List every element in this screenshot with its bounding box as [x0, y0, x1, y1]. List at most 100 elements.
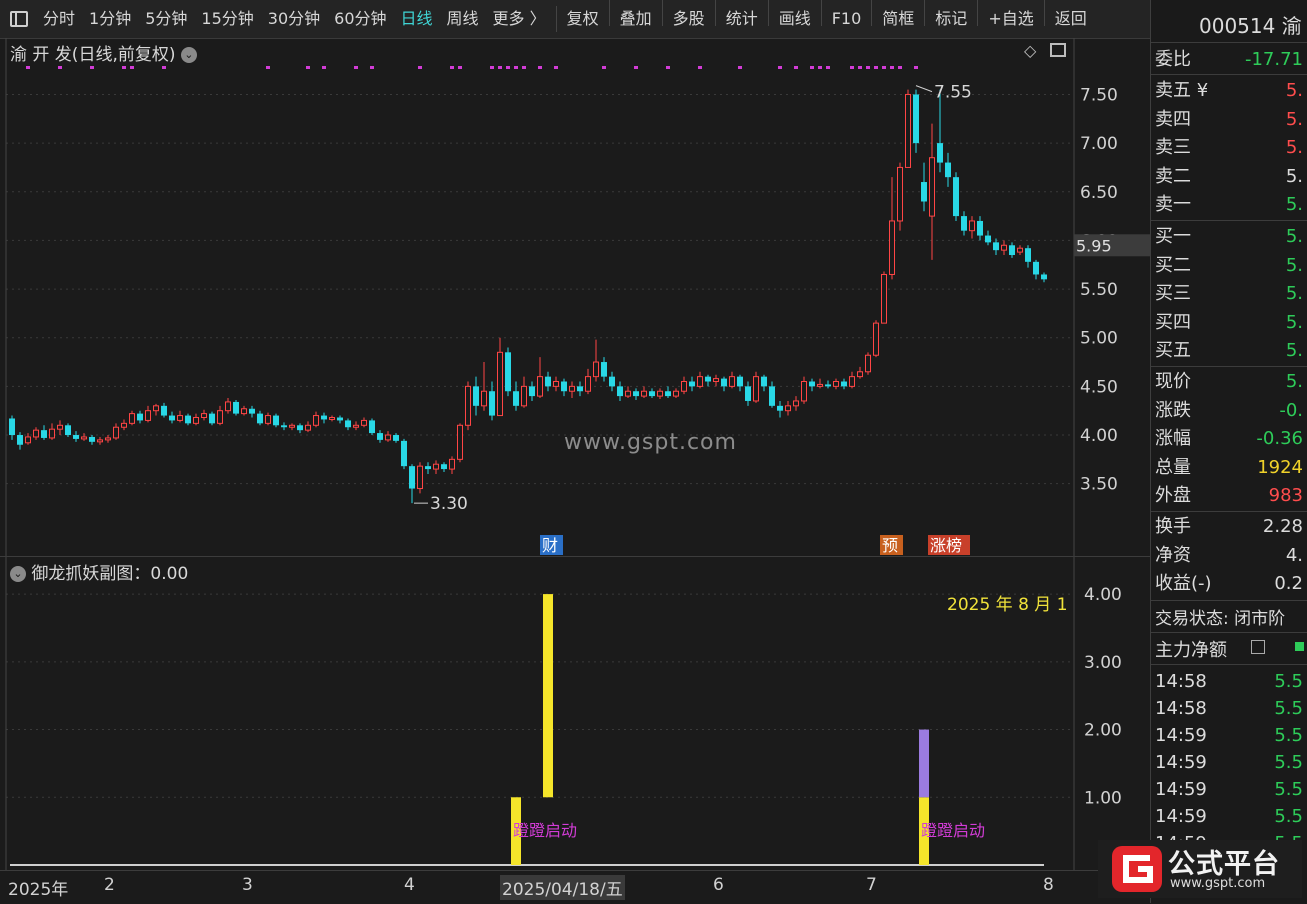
candle-body — [345, 420, 351, 428]
gspt-logo-badge: 公式平台 www.gspt.com — [1098, 840, 1302, 898]
period-tab-5[interactable]: 60分钟 — [327, 0, 393, 38]
signal-dot — [666, 66, 670, 69]
candle-body — [137, 413, 143, 421]
candle-body — [953, 177, 959, 217]
candle-body — [193, 417, 199, 424]
candle-body — [305, 424, 311, 431]
candle-body — [521, 385, 527, 407]
stat2-row-0-value: 2.28 — [1262, 516, 1303, 537]
signal-dot — [874, 66, 878, 69]
low-label: 3.30 — [430, 494, 468, 514]
divider — [1151, 511, 1307, 512]
candle-body — [153, 405, 159, 412]
bid-row-3-label: 买四 — [1155, 311, 1191, 333]
period-tabs: 分时 1分钟 5分钟 15分钟 30分钟 60分钟 日线 周线 更多 〉 — [36, 0, 553, 38]
signal-dot — [514, 66, 518, 69]
chevron-down-icon[interactable]: ⌄ — [10, 566, 26, 582]
period-tab-8[interactable]: 更多 〉 — [486, 0, 553, 38]
price-tick-label: 5.50 — [1080, 280, 1118, 300]
tool-button-6[interactable]: 简框 — [875, 0, 921, 38]
candle-body — [233, 401, 239, 414]
candle-body — [497, 351, 503, 417]
tool-button-3[interactable]: 统计 — [719, 0, 765, 38]
tool-button-0[interactable]: 复权 — [560, 0, 606, 38]
panel-toggle-icon[interactable] — [1050, 43, 1066, 57]
signal-dot — [554, 66, 558, 69]
kline-svg[interactable]: 7.507.006.506.005.505.004.504.003.505.95… — [0, 38, 1150, 556]
x-axis-label-5: 6 — [713, 875, 724, 895]
candle-body — [569, 385, 575, 392]
signal-dot — [370, 66, 374, 69]
candle-body — [761, 376, 767, 387]
kline-pane[interactable]: 7.507.006.506.005.505.004.504.003.505.95… — [0, 38, 1150, 556]
candle-body — [393, 435, 399, 441]
chevron-down-icon[interactable]: ⌄ — [180, 47, 197, 63]
candle-body — [673, 390, 679, 397]
divider — [1151, 220, 1307, 221]
ask-row-1-value: 5. — [1285, 108, 1303, 130]
candle-body — [49, 428, 55, 439]
price-tick-label: 4.50 — [1080, 377, 1118, 397]
period-tab-6[interactable]: 日线 — [394, 0, 440, 38]
tool-button-9[interactable]: 返回 — [1048, 0, 1094, 38]
tool-button-8[interactable]: +自选 — [981, 0, 1040, 38]
candle-body — [1017, 247, 1023, 253]
period-tab-0[interactable]: 分时 — [36, 0, 82, 38]
period-tab-2[interactable]: 5分钟 — [138, 0, 194, 38]
bid-row-2-value: 5. — [1285, 283, 1303, 304]
period-tab-1[interactable]: 1分钟 — [82, 0, 138, 38]
tool-button-2[interactable]: 多股 — [666, 0, 712, 38]
signal-dot — [898, 66, 902, 69]
candle-body — [457, 424, 463, 460]
tool-buttons: 复权 叠加 多股 统计 画线 F10 简框 标记 +自选 返回 — [560, 0, 1094, 38]
stat2-row-2-label: 收益(-) — [1155, 573, 1212, 594]
candle-body — [969, 220, 975, 232]
divider — [1151, 366, 1307, 367]
candle-body — [553, 381, 559, 387]
x-axis-label-7: 8 — [1043, 875, 1054, 895]
stat2-row-1-value: 4. — [1285, 544, 1303, 566]
candle-body — [993, 242, 999, 251]
divider — [1151, 600, 1307, 601]
bid-row-4: 买五 5. — [1155, 337, 1305, 365]
stat-row-0-value: 5. — [1285, 371, 1303, 392]
period-tab-3[interactable]: 15分钟 — [194, 0, 260, 38]
candle-body — [385, 434, 391, 441]
signal-dot — [794, 66, 798, 69]
ask-row-1-label: 卖四 — [1155, 108, 1191, 130]
indicator-tick-label: 3.00 — [1084, 653, 1122, 673]
ask-row-0: 卖五 ¥ 5. — [1155, 77, 1305, 105]
candle-body — [297, 425, 303, 431]
current-price-tag: 5.95 — [1076, 236, 1112, 255]
candle-body — [833, 381, 839, 387]
tool-button-4[interactable]: 画线 — [772, 0, 818, 38]
candle-body — [937, 143, 943, 163]
tool-divider — [714, 0, 716, 26]
layout-toggle-icon[interactable] — [10, 11, 28, 27]
diamond-icon[interactable]: ◇ — [1024, 41, 1036, 60]
period-tab-4[interactable]: 30分钟 — [261, 0, 327, 38]
signal-dot — [738, 66, 742, 69]
candle-body — [1041, 274, 1047, 280]
bid-row-2: 买三 5. — [1155, 280, 1305, 308]
divider — [1151, 42, 1307, 43]
tool-divider — [977, 0, 979, 26]
candle-body — [577, 386, 583, 392]
period-tab-7[interactable]: 周线 — [440, 0, 486, 38]
signal-dot — [506, 66, 510, 69]
candle-body — [753, 376, 759, 402]
signal-dot — [818, 66, 822, 69]
candle-body — [1033, 261, 1039, 275]
list-icon[interactable] — [1251, 640, 1265, 654]
tool-button-1[interactable]: 叠加 — [613, 0, 659, 38]
tool-button-7[interactable]: 标记 — [928, 0, 974, 38]
tick-row-4-label: 14:59 — [1155, 779, 1207, 800]
candle-body — [697, 376, 703, 387]
quote-panel: 000514 渝 委比 -17.71 卖五 ¥5. 卖四 5. 卖三 5. 卖二 5. 卖一 5. 买… — [1150, 0, 1307, 903]
candle-body — [801, 381, 807, 402]
indicator-pane[interactable]: 4.00 3.00 2.00 1.00 蹬蹬启动 蹬蹬启动 ⌄ 御龙抓妖副图：0.00 2… — [0, 556, 1150, 871]
stat-row-2-value: -0.36 — [1256, 428, 1303, 449]
tool-button-5[interactable]: F10 — [825, 0, 869, 38]
signal-dot — [522, 66, 526, 69]
candle-body — [705, 376, 711, 382]
